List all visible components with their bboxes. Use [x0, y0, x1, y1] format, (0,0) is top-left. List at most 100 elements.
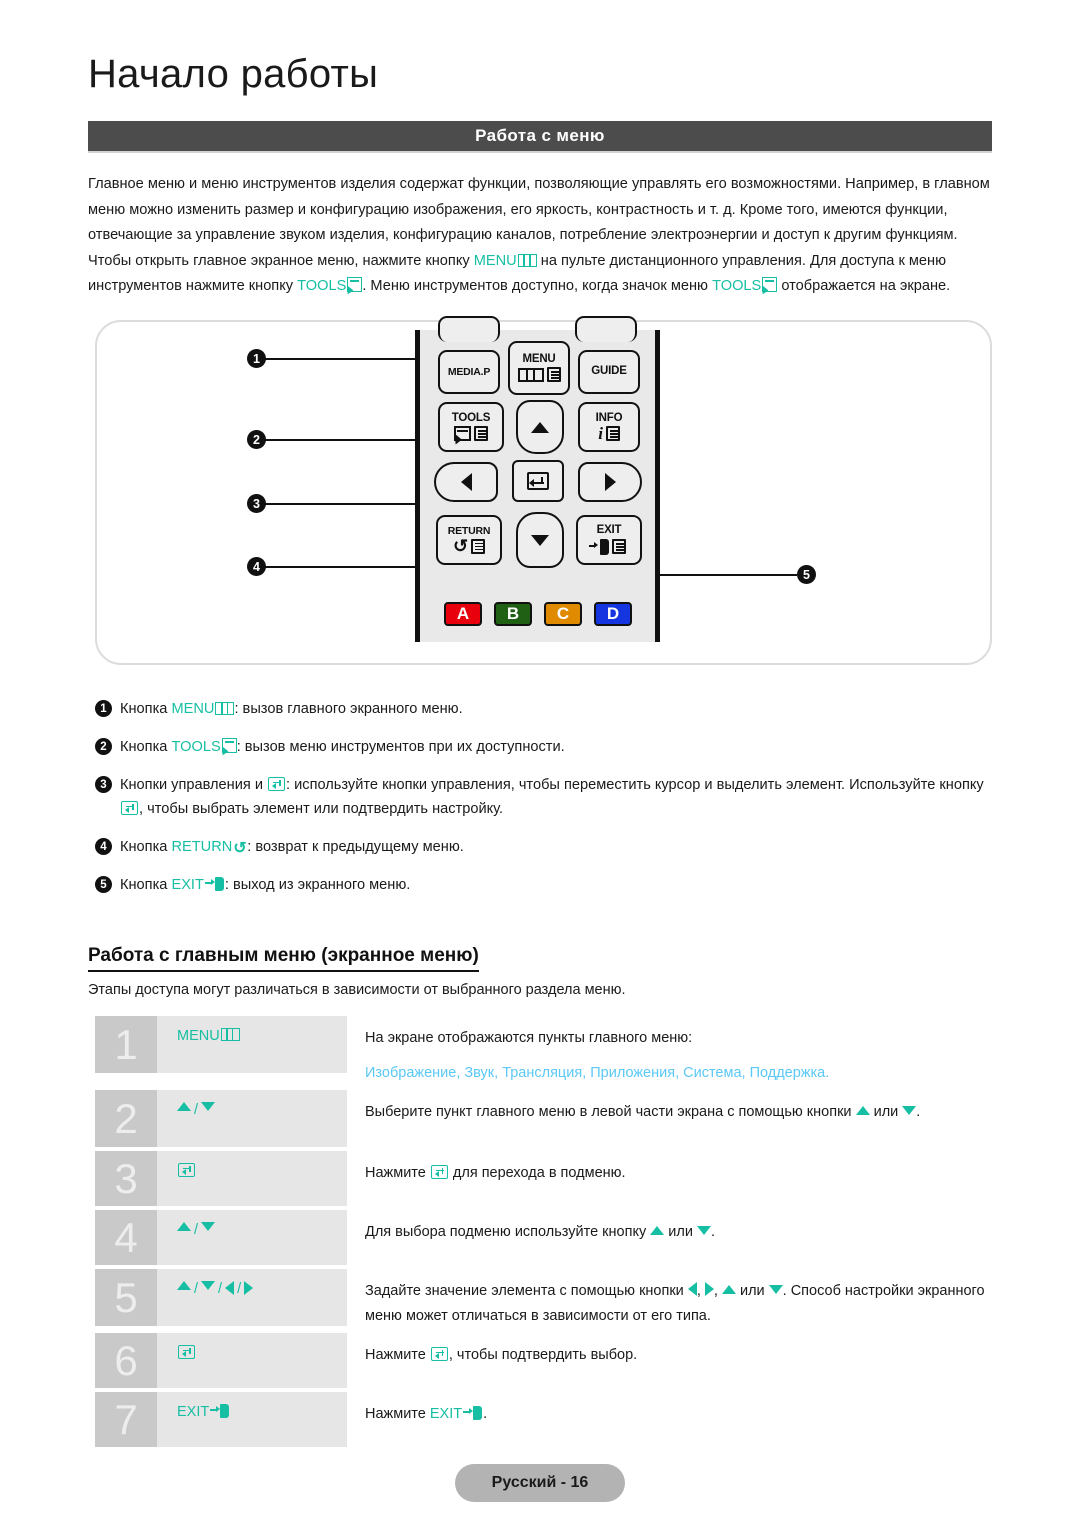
remote-button-media-p[interactable]: MEDIA.P	[438, 350, 500, 394]
callout-2: 2	[247, 430, 266, 449]
step-row: 1 MENU На экране отображаются пункты гла…	[95, 1016, 995, 1086]
legend-item-1-key: MENU	[171, 701, 215, 717]
arrow-left-icon	[687, 1282, 697, 1296]
remote-button-partial-right[interactable]	[575, 316, 637, 342]
color-button-c-label: C	[556, 604, 570, 623]
color-button-c[interactable]: C	[544, 602, 582, 626]
legend-item-4-pre: Кнопка	[120, 839, 172, 855]
exit-icon	[204, 877, 225, 891]
enter-icon	[430, 1165, 448, 1179]
legend-item-4: 4 Кнопка RETURN↺: возврат к предыдущему …	[95, 835, 995, 859]
legend-item-3-post2: , чтобы выбрать элемент или подтвердить …	[139, 801, 504, 817]
list-icon	[611, 539, 626, 555]
remote-button-up[interactable]	[516, 400, 564, 454]
step-desc-5-mid2: ,	[713, 1283, 722, 1299]
arrow-down-icon	[201, 1222, 216, 1231]
step-desc-7: Нажмите EXIT.	[347, 1392, 995, 1447]
tools-icon-group	[454, 426, 488, 442]
arrow-down-icon	[531, 534, 549, 546]
return-icon: ↺	[233, 840, 247, 857]
remote-button-guide[interactable]: GUIDE	[578, 350, 640, 394]
remote-button-tools[interactable]: TOOLS	[438, 402, 504, 452]
step-row: 2 / Выберите пункт главного меню в левой…	[95, 1090, 995, 1147]
exit-icon-group	[588, 538, 626, 555]
legend-bullet-3: 3	[95, 776, 112, 793]
list-icon	[474, 426, 488, 442]
return-arrow-icon: ↺	[453, 535, 468, 556]
callout-3: 3	[247, 494, 266, 513]
tools-icon	[762, 277, 778, 292]
color-button-d[interactable]: D	[594, 602, 632, 626]
arrow-right-icon	[244, 1281, 254, 1295]
arrow-up-icon	[650, 1226, 665, 1235]
step-desc-2-pre: Выберите пункт главного меню в левой час…	[365, 1104, 856, 1120]
arrow-down-icon	[768, 1285, 783, 1294]
legend-item-3-post: : используйте кнопки управления, чтобы п…	[286, 777, 984, 793]
remote-button-info[interactable]: INFO i	[578, 402, 640, 452]
remote-button-down[interactable]	[516, 512, 564, 568]
step-desc-7-key: EXIT	[429, 1406, 463, 1422]
enter-icon	[430, 1347, 448, 1361]
color-button-d-label: D	[606, 604, 620, 623]
step-key-1: MENU	[157, 1016, 347, 1073]
step-key-3	[157, 1151, 347, 1206]
step-row: 3 Нажмите для перехода в подменю.	[95, 1151, 995, 1206]
intro-tools-label-2: TOOLS	[712, 278, 762, 294]
legend-item-2-pre: Кнопка	[120, 739, 172, 755]
remote-button-partial-left[interactable]	[438, 316, 500, 342]
arrow-left-icon	[460, 473, 472, 491]
remote-button-exit-label: EXIT	[596, 524, 622, 537]
step-desc-7-post: .	[483, 1406, 488, 1422]
step-desc-1-text: На экране отображаются пункты главного м…	[365, 1030, 693, 1046]
color-button-a[interactable]: A	[444, 602, 482, 626]
legend-item-1-pre: Кнопка	[120, 701, 172, 717]
arrow-up-icon	[855, 1106, 870, 1115]
callout-1: 1	[247, 349, 266, 368]
arrow-up-icon	[177, 1102, 191, 1111]
color-button-b[interactable]: B	[494, 602, 532, 626]
legend-item-2-post: : вызов меню инструментов при их доступн…	[236, 739, 565, 755]
step-desc-5: Задайте значение элемента с помощью кноп…	[347, 1269, 995, 1329]
arrow-down-icon	[902, 1106, 917, 1115]
remote-button-return[interactable]: RETURN ↺	[436, 515, 502, 565]
arrow-up-icon	[177, 1281, 191, 1290]
tools-icon	[347, 277, 363, 292]
step-key-5: / / /	[157, 1269, 347, 1326]
step-desc-2: Выберите пункт главного меню в левой час…	[347, 1090, 995, 1147]
arrow-down-icon	[201, 1102, 216, 1111]
legend-item-5-pre: Кнопка	[120, 877, 172, 893]
step-number-1: 1	[95, 1016, 157, 1073]
step-number-5: 5	[95, 1269, 157, 1326]
arrow-right-icon	[604, 473, 616, 491]
step-desc-5-mid: ,	[696, 1283, 705, 1299]
step-desc-5-pre: Задайте значение элемента с помощью кноп…	[365, 1283, 688, 1299]
remote-button-right[interactable]	[578, 462, 642, 502]
step-desc-2-post: .	[916, 1104, 921, 1120]
remote-button-guide-label: GUIDE	[591, 365, 627, 378]
step-desc-5-mid3: или	[735, 1283, 769, 1299]
legend-bullet-2: 2	[95, 738, 112, 755]
step-desc-4-pre: Для выбора подменю используйте кнопку	[365, 1224, 651, 1240]
list-icon	[605, 426, 620, 442]
step-number-4: 4	[95, 1210, 157, 1265]
leader-line-1	[264, 358, 419, 360]
enter-icon	[178, 1345, 195, 1359]
legend-item-5: 5 Кнопка EXIT: выход из экранного меню.	[95, 873, 995, 897]
legend-item-5-key: EXIT	[171, 877, 204, 893]
manual-page: Начало работы Работа с меню Главное меню…	[0, 0, 1080, 1534]
step-desc-4-mid: или	[664, 1224, 697, 1240]
legend-bullet-4: 4	[95, 838, 112, 855]
step-row: 5 // / Задайте значение элемента с помощь…	[95, 1269, 995, 1329]
intro-paragraph: Главное меню и меню инструментов изделия…	[88, 172, 994, 300]
step-desc-7-pre: Нажмите	[365, 1406, 430, 1422]
step-desc-3-pre: Нажмите	[365, 1165, 430, 1181]
remote-button-left[interactable]	[434, 462, 498, 502]
remote-button-menu[interactable]: MENU	[508, 341, 570, 395]
menu-bars-icon	[517, 367, 544, 382]
exit-icon	[463, 1406, 483, 1420]
tools-icon	[221, 738, 237, 753]
arrow-down-icon	[696, 1226, 711, 1235]
remote-button-enter[interactable]	[512, 460, 564, 502]
callout-5: 5	[797, 565, 816, 584]
remote-button-exit[interactable]: EXIT	[576, 515, 642, 565]
